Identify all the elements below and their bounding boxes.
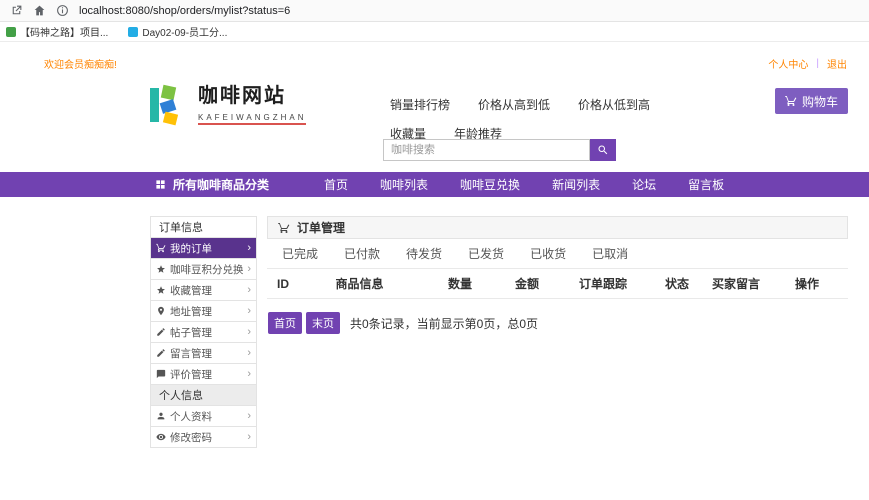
nav-links: 首页 咖啡列表 咖啡豆兑换 新闻列表 论坛 留言板 (324, 176, 724, 193)
column-header-id: ID (267, 277, 307, 291)
sidebar-item-reviews[interactable]: 评价管理 › (151, 364, 256, 385)
comment-icon (156, 369, 166, 379)
logo-text: 咖啡网站 KAFEIWANGZHAN (198, 85, 306, 125)
category-menu[interactable]: 所有咖啡商品分类 (155, 176, 269, 193)
sidebar-section-orders: 订单信息 (151, 217, 256, 238)
nav-item-home[interactable]: 首页 (324, 176, 348, 193)
nav-item-bean-exchange[interactable]: 咖啡豆兑换 (460, 176, 520, 193)
nav-item-message-board[interactable]: 留言板 (688, 176, 724, 193)
sort-price-asc-link[interactable]: 价格从低到高 (578, 96, 650, 113)
location-pin-icon (156, 306, 166, 316)
column-header-actions: 操作 (778, 275, 836, 292)
column-header-buyer-message: 买家留言 (694, 275, 778, 292)
cart-button[interactable]: 购物车 (775, 88, 848, 114)
grid-icon (155, 179, 166, 190)
sidebar-item-posts[interactable]: 帖子管理 › (151, 322, 256, 343)
edit-icon (156, 327, 166, 337)
nav-item-news[interactable]: 新闻列表 (552, 176, 600, 193)
bookmarks-bar: 【码神之路】项目... Day02-09-员工分... (0, 22, 869, 42)
search-bar (383, 139, 616, 161)
logout-link[interactable]: 退出 (827, 56, 847, 71)
search-button[interactable] (590, 139, 616, 161)
tab-shipped[interactable]: 已发货 (455, 239, 517, 268)
cart-icon (785, 95, 797, 107)
column-header-tracking: 订单跟踪 (546, 275, 660, 292)
chevron-right-icon: › (247, 411, 251, 422)
sidebar-item-password[interactable]: 修改密码 › (151, 427, 256, 448)
first-page-button[interactable]: 首页 (268, 312, 302, 334)
chevron-right-icon: › (247, 327, 251, 338)
sidebar-item-my-orders[interactable]: 我的订单 › (151, 238, 256, 259)
chevron-right-icon: › (247, 285, 251, 296)
category-menu-label: 所有咖啡商品分类 (173, 176, 269, 193)
edit-icon (156, 348, 166, 358)
account-links: 个人中心 | 退出 (768, 56, 847, 71)
panel-title: 订单管理 (297, 219, 345, 236)
logo-title: 咖啡网站 (198, 85, 306, 107)
sidebar: 订单信息 我的订单 › 咖啡豆积分兑换 › 收藏管理 › 地址管理 › 帖子管理… (150, 216, 257, 448)
search-input[interactable] (383, 139, 590, 161)
chevron-right-icon: › (247, 243, 251, 254)
order-status-tabs: 已完成 已付款 待发货 已发货 已收货 已取消 (267, 239, 848, 269)
welcome-text: 欢迎会员痴痴痴! (44, 56, 117, 71)
bookmark-favicon (128, 27, 138, 37)
screen: localhost:8080/shop/orders/mylist?status… (0, 0, 869, 500)
last-page-button[interactable]: 末页 (306, 312, 340, 334)
url-bar[interactable]: localhost:8080/shop/orders/mylist?status… (79, 5, 290, 17)
home-icon[interactable] (33, 4, 46, 17)
chevron-right-icon: › (247, 348, 251, 359)
chevron-right-icon: › (247, 369, 251, 380)
column-header-quantity: 数量 (412, 275, 508, 292)
external-link-icon[interactable] (10, 4, 23, 17)
sidebar-item-favorites[interactable]: 收藏管理 › (151, 280, 256, 301)
cart-icon (278, 222, 290, 234)
pagination: 首页 末页 共0条记录，当前显示第0页，总0页 (268, 312, 538, 334)
main-navbar: 所有咖啡商品分类 首页 咖啡列表 咖啡豆兑换 新闻列表 论坛 留言板 (0, 172, 869, 197)
bookmark-item[interactable]: Day02-09-员工分... (128, 24, 227, 39)
sidebar-section-personal: 个人信息 (151, 385, 256, 406)
chevron-right-icon: › (247, 264, 251, 275)
tab-cancelled[interactable]: 已取消 (579, 239, 641, 268)
site-logo[interactable]: 咖啡网站 KAFEIWANGZHAN (148, 84, 306, 126)
column-header-product-info: 商品信息 (307, 275, 412, 292)
nav-item-coffee-list[interactable]: 咖啡列表 (380, 176, 428, 193)
tab-received[interactable]: 已收货 (517, 239, 579, 268)
sidebar-item-profile[interactable]: 个人资料 › (151, 406, 256, 427)
chevron-right-icon: › (247, 432, 251, 443)
tab-paid[interactable]: 已付款 (331, 239, 393, 268)
info-icon[interactable] (56, 4, 69, 17)
nav-item-forum[interactable]: 论坛 (632, 176, 656, 193)
eye-icon (156, 432, 166, 442)
tab-to-ship[interactable]: 待发货 (393, 239, 455, 268)
sidebar-item-bean-points[interactable]: 咖啡豆积分兑换 › (151, 259, 256, 280)
column-header-status: 状态 (660, 275, 694, 292)
bookmark-label: Day02-09-员工分... (142, 24, 227, 39)
logo-mark-icon (148, 84, 190, 126)
sidebar-item-messages[interactable]: 留言管理 › (151, 343, 256, 364)
cart-button-label: 购物车 (802, 93, 838, 110)
user-icon (156, 411, 166, 421)
panel-header: 订单管理 (267, 216, 848, 239)
orders-table-header: ID 商品信息 数量 金额 订单跟踪 状态 买家留言 操作 (267, 269, 848, 299)
star-icon (156, 285, 166, 295)
tab-completed[interactable]: 已完成 (269, 239, 331, 268)
profile-center-link[interactable]: 个人中心 (768, 56, 808, 71)
divider: | (816, 58, 819, 69)
sort-sales-link[interactable]: 销量排行榜 (390, 96, 450, 113)
cart-icon (156, 243, 166, 253)
pagination-summary: 共0条记录，当前显示第0页，总0页 (350, 315, 538, 332)
star-icon (156, 264, 166, 274)
logo-subtitle: KAFEIWANGZHAN (198, 113, 306, 125)
sort-price-desc-link[interactable]: 价格从高到低 (478, 96, 550, 113)
chevron-right-icon: › (247, 306, 251, 317)
bookmark-favicon (6, 27, 16, 37)
bookmark-item[interactable]: 【码神之路】项目... (6, 24, 108, 39)
browser-chrome: localhost:8080/shop/orders/mylist?status… (0, 0, 869, 22)
sidebar-item-address[interactable]: 地址管理 › (151, 301, 256, 322)
column-header-amount: 金额 (508, 275, 546, 292)
search-icon (597, 144, 609, 156)
bookmark-label: 【码神之路】项目... (20, 24, 108, 39)
